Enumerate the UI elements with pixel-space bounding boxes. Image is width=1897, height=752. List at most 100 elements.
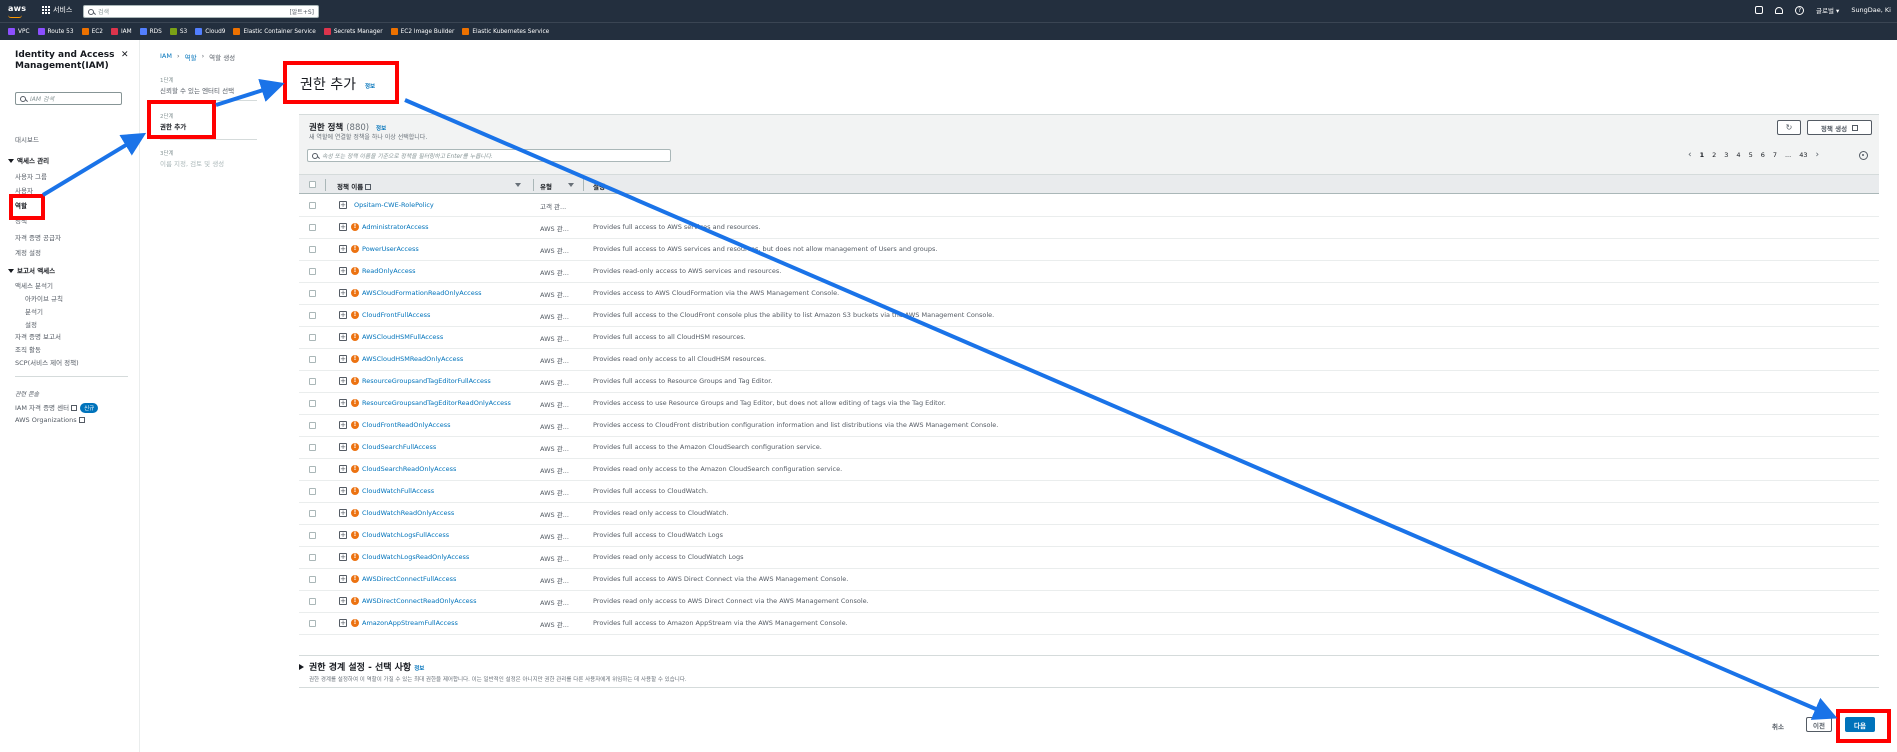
table-row[interactable]: +! CloudWatchFullAccess AWS 관... Provides f… (299, 481, 1879, 503)
expand-icon[interactable]: + (339, 509, 347, 517)
policy-name-link[interactable]: CloudWatchLogsFullAccess (362, 531, 449, 539)
column-header-type[interactable]: 유형 (540, 181, 552, 191)
policy-name-link[interactable]: CloudFrontReadOnlyAccess (362, 421, 450, 429)
sidebar-item-organizations[interactable]: AWS Organizations (15, 416, 85, 424)
expand-icon[interactable]: + (339, 531, 347, 539)
table-row[interactable]: +! PowerUserAccess AWS 관... Provides full a… (299, 239, 1879, 261)
row-checkbox[interactable] (309, 378, 316, 385)
policy-name-link[interactable]: CloudWatchReadOnlyAccess (362, 509, 454, 517)
sidebar-search-input[interactable]: IAM 검색 (15, 92, 122, 105)
policy-name-link[interactable]: CloudSearchReadOnlyAccess (362, 465, 456, 473)
expand-icon[interactable]: + (339, 311, 347, 319)
expand-icon[interactable]: + (339, 465, 347, 473)
policy-name-link[interactable]: Opsitam-CWE-RolePolicy (354, 201, 434, 209)
expand-icon[interactable]: + (339, 553, 347, 561)
row-checkbox[interactable] (309, 224, 316, 231)
favorite-item[interactable]: Secrets Manager (323, 28, 383, 35)
policy-name-link[interactable]: CloudFrontFullAccess (362, 311, 430, 319)
favorite-item[interactable]: Elastic Kubernetes Service (462, 28, 549, 35)
row-checkbox[interactable] (309, 356, 316, 363)
sort-down-icon[interactable] (515, 183, 521, 187)
page-number[interactable]: 43 (1799, 151, 1807, 159)
table-row[interactable]: +! ReadOnlyAccess AWS 관... Provides read-on… (299, 261, 1879, 283)
row-checkbox[interactable] (309, 400, 316, 407)
global-search-input[interactable]: 검색 [알트+S] (83, 5, 319, 18)
page-info-link[interactable]: 정보 (365, 82, 375, 90)
page-number[interactable]: 3 (1724, 151, 1728, 159)
bell-icon[interactable] (1775, 6, 1784, 14)
policy-name-link[interactable]: AWSDirectConnectReadOnlyAccess (362, 597, 476, 605)
row-checkbox[interactable] (309, 444, 316, 451)
refresh-button[interactable]: ↻ (1777, 120, 1801, 135)
table-row[interactable]: +! AdministratorAccess AWS 관... Provides fu… (299, 217, 1879, 239)
expand-icon[interactable]: + (339, 575, 347, 583)
row-checkbox[interactable] (309, 554, 316, 561)
chevron-right-icon[interactable]: › (1815, 151, 1819, 160)
account-menu[interactable]: SungDae, Ki (1851, 6, 1891, 14)
policy-name-link[interactable]: ResourceGroupsandTagEditorFullAccess (362, 377, 491, 385)
expand-icon[interactable]: + (339, 443, 347, 451)
table-row[interactable]: +! ResourceGroupsandTagEditorFullAccess AW… (299, 371, 1879, 393)
step-1-label[interactable]: 신뢰할 수 있는 엔터티 선택 (160, 85, 234, 95)
favorite-item[interactable]: VPC (8, 28, 30, 35)
services-menu-button[interactable]: 서비스 (42, 5, 72, 15)
table-row[interactable]: +! CloudSearchReadOnlyAccess AWS 관... Provi… (299, 459, 1879, 481)
expand-icon[interactable]: + (339, 377, 347, 385)
table-row[interactable]: +! CloudFrontFullAccess AWS 관... Provides f… (299, 305, 1879, 327)
permissions-boundary-toggle[interactable]: 권한 경계 설정 - 선택 사항 정보 (299, 660, 424, 673)
sidebar-section-access-reports[interactable]: 보고서 액세스 (8, 265, 55, 275)
expand-icon[interactable]: + (339, 619, 347, 627)
expand-icon[interactable]: + (339, 421, 347, 429)
cloudshell-icon[interactable] (1755, 6, 1764, 14)
favorite-item[interactable]: RDS (139, 28, 162, 35)
policy-name-link[interactable]: CloudWatchLogsReadOnlyAccess (362, 553, 469, 561)
table-row[interactable]: +! AWSDirectConnectReadOnlyAccess AWS 관...… (299, 591, 1879, 613)
sidebar-item-archive-rules[interactable]: 아카이브 규칙 (25, 293, 63, 303)
sidebar-item-scp[interactable]: SCP(서비스 제어 정책) (15, 357, 79, 367)
sidebar-item-analyzer[interactable]: 분석기 (25, 306, 43, 316)
table-row[interactable]: +! ResourceGroupsandTagEditorReadOnlyAcce… (299, 393, 1879, 415)
page-number[interactable]: 1 (1700, 151, 1705, 159)
policy-name-link[interactable]: CloudWatchFullAccess (362, 487, 434, 495)
expand-icon[interactable]: + (339, 201, 347, 209)
sidebar-section-access-management[interactable]: 액세스 관리 (8, 155, 49, 165)
row-checkbox[interactable] (309, 510, 316, 517)
table-row[interactable]: +! CloudFrontReadOnlyAccess AWS 관... Provid… (299, 415, 1879, 437)
column-header-policy-name[interactable]: 정책 이름 (337, 181, 372, 191)
table-row[interactable]: +! AWSCloudHSMFullAccess AWS 관... Provides … (299, 327, 1879, 349)
help-icon[interactable]: ? (1795, 5, 1805, 15)
sidebar-item-access-analyzer[interactable]: 액세스 분석기 (15, 280, 53, 290)
row-checkbox[interactable] (309, 268, 316, 275)
breadcrumb-iam[interactable]: IAM (160, 52, 172, 62)
region-selector[interactable]: 글로벌 ▾ (1816, 5, 1839, 15)
gear-icon[interactable] (1859, 151, 1868, 160)
page-number[interactable]: 4 (1736, 151, 1740, 159)
table-row[interactable]: +! AWSCloudHSMReadOnlyAccess AWS 관... Provi… (299, 349, 1879, 371)
chevron-left-icon[interactable]: ‹ (1688, 151, 1692, 160)
policy-name-link[interactable]: ResourceGroupsandTagEditorReadOnlyAccess (362, 399, 511, 407)
expand-icon[interactable]: + (339, 597, 347, 605)
policy-name-link[interactable]: AWSCloudFormationReadOnlyAccess (362, 289, 482, 297)
favorite-item[interactable]: EC2 Image Builder (390, 28, 454, 35)
policy-name-link[interactable]: AmazonAppStreamFullAccess (362, 619, 458, 627)
expand-icon[interactable]: + (339, 355, 347, 363)
select-all-checkbox[interactable] (309, 181, 316, 188)
row-checkbox[interactable] (309, 290, 316, 297)
expand-icon[interactable]: + (339, 267, 347, 275)
boundary-info-link[interactable]: 정보 (414, 666, 424, 672)
page-number[interactable]: 6 (1761, 151, 1765, 159)
table-row[interactable]: +! AmazonAppStreamFullAccess AWS 관... Provi… (299, 613, 1879, 635)
policy-name-link[interactable]: AWSDirectConnectFullAccess (362, 575, 456, 583)
next-button[interactable]: 다음 (1845, 717, 1875, 732)
sidebar-item-account-settings[interactable]: 계정 설정 (15, 247, 41, 257)
expand-icon[interactable]: + (339, 487, 347, 495)
sidebar-item-organization-activity[interactable]: 조직 활동 (15, 344, 41, 354)
policy-name-link[interactable]: AWSCloudHSMFullAccess (362, 333, 443, 341)
close-icon[interactable]: ✕ (121, 50, 129, 60)
favorite-item[interactable]: EC2 (81, 28, 103, 35)
sidebar-item-credential-report[interactable]: 자격 증명 보고서 (15, 331, 61, 341)
table-row[interactable]: +! CloudSearchFullAccess AWS 관... Provides … (299, 437, 1879, 459)
sidebar-item-policies[interactable]: 정책 (15, 215, 27, 225)
policy-name-link[interactable]: AWSCloudHSMReadOnlyAccess (362, 355, 463, 363)
page-number[interactable]: 2 (1712, 151, 1716, 159)
